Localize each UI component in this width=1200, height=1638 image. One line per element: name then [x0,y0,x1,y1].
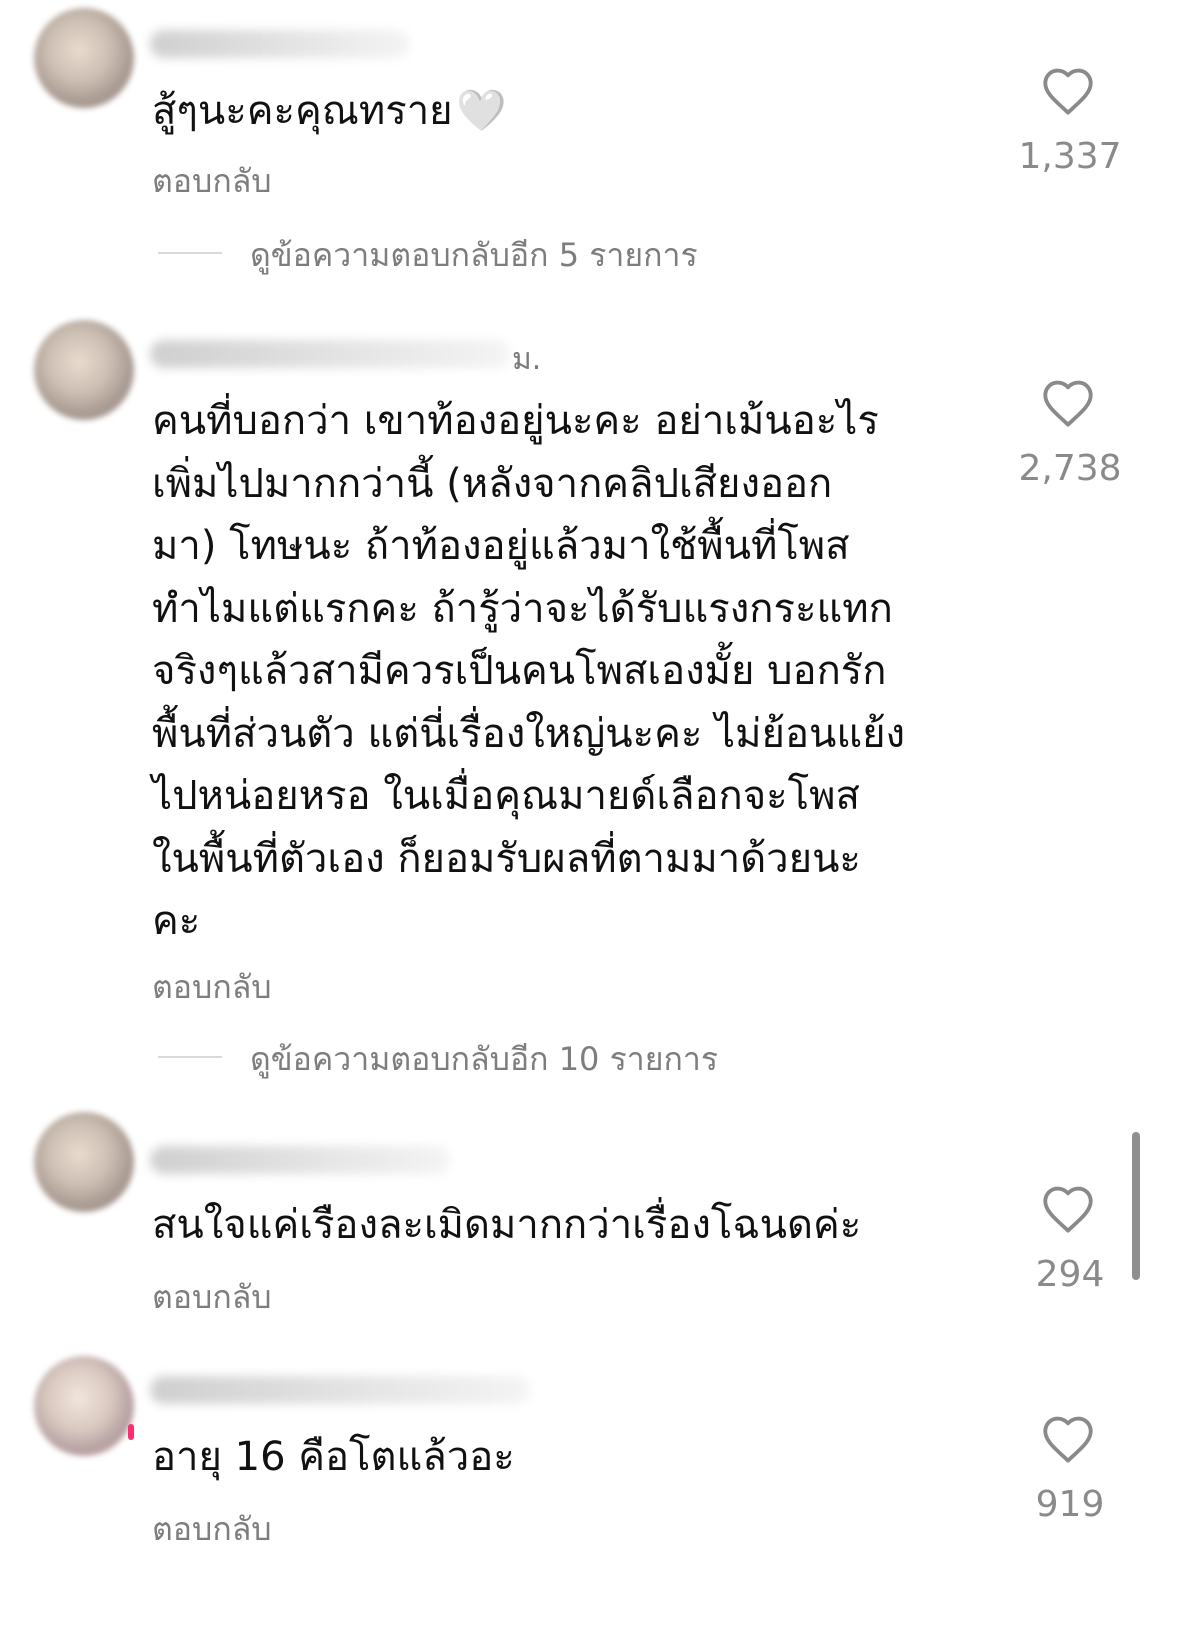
username-blurred[interactable] [150,30,410,58]
avatar[interactable] [34,1112,134,1212]
white-heart-emoji: 🤍 [456,88,507,134]
heart-outline-icon [1043,1416,1093,1463]
reply-button[interactable]: ตอบกลับ [152,1272,272,1323]
scrollbar-thumb[interactable] [1132,1132,1140,1280]
avatar[interactable] [34,8,134,108]
avatar[interactable] [34,320,134,420]
like-count: 919 [1035,1484,1105,1525]
username-blurred[interactable] [150,1376,530,1404]
live-indicator [128,1424,134,1440]
like-count: 1,337 [1018,136,1122,177]
reply-button[interactable]: ตอบกลับ [152,1504,272,1555]
divider-line [158,1056,222,1058]
username-blurred[interactable] [150,1146,450,1174]
divider-line [158,252,222,254]
heart-outline-icon [1043,380,1093,427]
heart-outline-icon [1043,1186,1093,1233]
comment-text: สู้ๆนะคะคุณทราย 🤍 [152,88,507,134]
comment-text: สนใจแค่เรืองละเมิดมากกว่าเรื่องโฉนดค่ะ [152,1202,862,1248]
like-count: 294 [1035,1254,1105,1295]
username-blurred[interactable] [150,340,510,368]
like-button[interactable] [1040,1184,1096,1234]
like-button[interactable] [1040,66,1096,116]
like-button[interactable] [1040,378,1096,428]
view-replies-text[interactable]: ดูข้อความตอบกลับอีก 10 รายการ [250,1034,718,1085]
comment-text: อายุ 16 คือโตแล้วอะ [152,1434,515,1480]
timestamp: ม. [512,342,542,377]
heart-outline-icon [1043,68,1093,115]
reply-button[interactable]: ตอบกลับ [152,962,272,1013]
view-replies-text[interactable]: ดูข้อความตอบกลับอีก 5 รายการ [250,230,698,281]
avatar[interactable] [34,1356,134,1456]
like-button[interactable] [1040,1414,1096,1464]
like-count: 2,738 [1018,448,1122,489]
comment-text: คนที่บอกว่า เขาท้องอยู่นะคะ อย่าเม้นอะไร… [152,398,906,944]
reply-button[interactable]: ตอบกลับ [152,156,272,207]
